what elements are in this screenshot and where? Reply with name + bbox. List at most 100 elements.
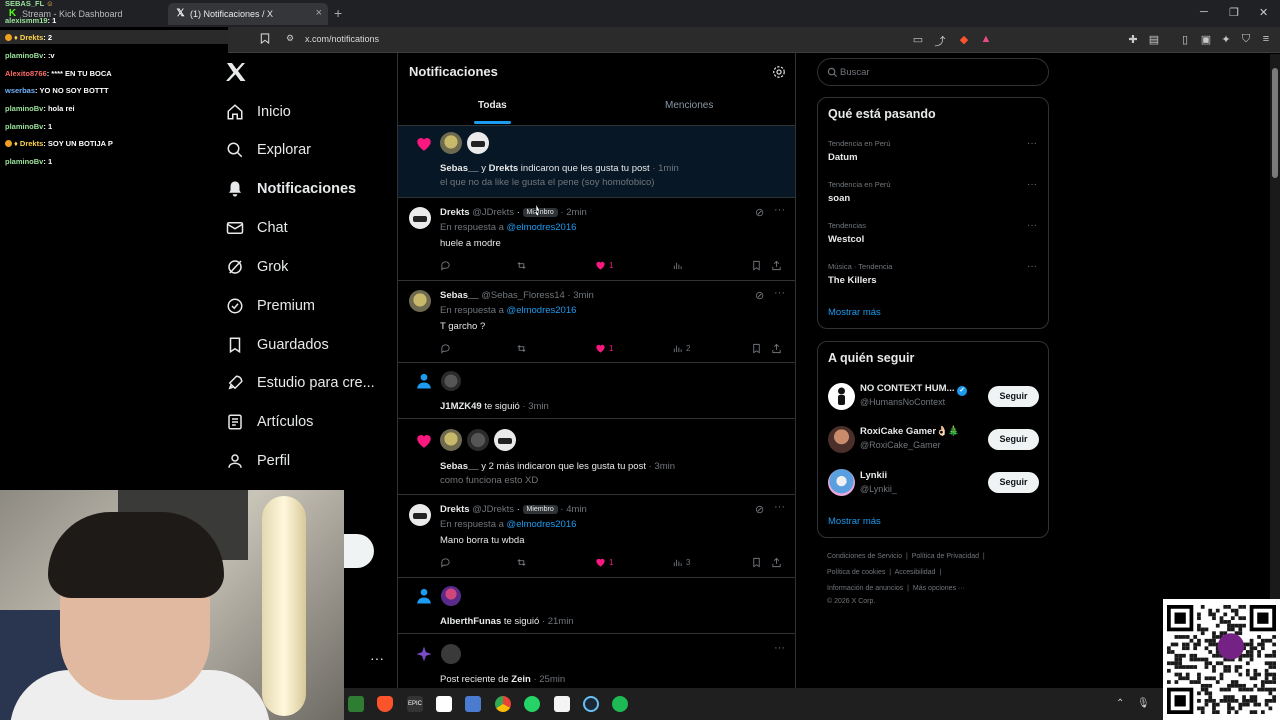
follow-button[interactable]: Seguir: [988, 386, 1039, 407]
close-tab-icon[interactable]: ×: [316, 7, 322, 19]
repost-button[interactable]: [516, 556, 530, 568]
share-button[interactable]: [771, 342, 785, 354]
avatar[interactable]: [828, 383, 855, 410]
scrollbar-thumb[interactable]: [1272, 68, 1278, 178]
epic-games-icon[interactable]: EPIC: [407, 696, 423, 712]
search-input[interactable]: Buscar: [817, 58, 1049, 86]
account-more-icon[interactable]: ···: [370, 650, 384, 666]
menu-icon[interactable]: ≡: [1259, 33, 1273, 45]
footer-link[interactable]: Política de Privacidad: [912, 553, 979, 560]
post-button[interactable]: [344, 534, 374, 568]
avatar[interactable]: [441, 586, 461, 606]
new-tab-icon[interactable]: +: [334, 5, 342, 21]
avatar[interactable]: [828, 426, 855, 453]
bookmark-page-icon[interactable]: [258, 33, 272, 47]
views-button[interactable]: 3: [672, 556, 690, 568]
avatar[interactable]: [467, 132, 489, 154]
notification-reply[interactable]: Drekts @JDrekts · Miembro · 4min ⊘ ··· E…: [398, 495, 795, 578]
more-icon[interactable]: ···: [1027, 220, 1037, 231]
grok-icon[interactable]: ⊘: [755, 206, 764, 219]
cast-icon[interactable]: ▭: [911, 33, 925, 46]
bookmark-button[interactable]: [751, 556, 765, 568]
avatar[interactable]: [409, 207, 431, 229]
gear-icon[interactable]: [772, 65, 786, 79]
whatsapp-icon[interactable]: [524, 696, 540, 712]
avatar[interactable]: [441, 644, 461, 664]
sidebar-toggle-icon[interactable]: ▯: [1178, 33, 1192, 46]
notepad-icon[interactable]: [554, 696, 570, 712]
avatar[interactable]: [409, 504, 431, 526]
leo-ai-icon[interactable]: ✦: [1219, 33, 1233, 46]
extensions-icon[interactable]: ✚: [1126, 33, 1140, 46]
avatar[interactable]: [441, 371, 461, 391]
more-icon[interactable]: ···: [774, 287, 785, 299]
more-icon[interactable]: ···: [774, 501, 785, 513]
tab-todas[interactable]: Todas: [478, 100, 507, 111]
views-button[interactable]: [672, 259, 686, 271]
bookmark-button[interactable]: [751, 259, 765, 271]
capcut-icon[interactable]: [436, 696, 452, 712]
notification-reply[interactable]: Drekts @JDrekts · Miembro · 2min ⊘ ··· E…: [398, 198, 795, 281]
brave-icon[interactable]: [377, 696, 393, 712]
share-icon[interactable]: ⤴: [933, 33, 947, 49]
tab-menciones[interactable]: Menciones: [665, 100, 713, 111]
tray-chevron-icon[interactable]: ⌃: [1116, 698, 1124, 709]
chrome-icon[interactable]: [495, 696, 511, 712]
footer-link[interactable]: Política de cookies: [827, 569, 885, 576]
more-icon[interactable]: ···: [774, 642, 785, 654]
reply-button[interactable]: [440, 259, 454, 271]
microphone-icon[interactable]: 🎙: [1137, 698, 1150, 709]
share-button[interactable]: [771, 556, 785, 568]
avatar[interactable]: [828, 469, 855, 496]
wallet-icon[interactable]: ▣: [1199, 33, 1213, 46]
more-icon[interactable]: ···: [774, 204, 785, 216]
avatar[interactable]: [440, 132, 462, 154]
minimize-icon[interactable]: ─: [1200, 6, 1208, 18]
url-field[interactable]: x.com/notifications: [305, 34, 379, 44]
close-window-icon[interactable]: ✕: [1259, 6, 1268, 19]
footer-link[interactable]: Condiciones de Servicio: [827, 553, 902, 560]
repost-button[interactable]: [516, 259, 530, 271]
reply-button[interactable]: [440, 556, 454, 568]
nav-item-articulos[interactable]: Artículos: [226, 406, 313, 438]
nav-item-chat[interactable]: Chat: [226, 212, 288, 244]
grok-icon[interactable]: ⊘: [755, 503, 764, 516]
footer-link[interactable]: Accesibilidad: [895, 569, 936, 576]
avatar[interactable]: [467, 429, 489, 451]
notification-follow[interactable]: AlberthFunas te siguió · 21min: [398, 578, 795, 634]
follow-button[interactable]: Seguir: [988, 472, 1039, 493]
footer-link[interactable]: Información de anuncios: [827, 585, 903, 592]
avatar[interactable]: [494, 429, 516, 451]
avatar[interactable]: [440, 429, 462, 451]
show-more-follow-link[interactable]: Mostrar más: [828, 516, 881, 527]
bookmark-button[interactable]: [751, 342, 765, 354]
nav-item-estudio[interactable]: Estudio para cre...: [226, 367, 375, 399]
spotify-icon[interactable]: [612, 696, 628, 712]
tab-groups-icon[interactable]: ▤: [1147, 33, 1161, 46]
repost-button[interactable]: [516, 342, 530, 354]
x-logo-icon[interactable]: [224, 60, 248, 84]
more-icon[interactable]: ···: [1027, 138, 1037, 149]
notification-like[interactable]: Sebas__ y 2 más indicaron que les gusta …: [398, 419, 795, 495]
more-icon[interactable]: ···: [1027, 261, 1037, 272]
follow-button[interactable]: Seguir: [988, 429, 1039, 450]
more-icon[interactable]: ···: [1027, 179, 1037, 190]
notification-reply[interactable]: Sebas__ @Sebas_Floress14 · 3min ⊘ ··· En…: [398, 281, 795, 363]
reply-button[interactable]: [440, 342, 454, 354]
brave-shield-icon[interactable]: ◆: [957, 33, 971, 46]
minecraft-icon[interactable]: [348, 696, 364, 712]
nav-item-grok[interactable]: Grok: [226, 251, 288, 283]
maximize-icon[interactable]: ❐: [1229, 6, 1239, 19]
nav-item-premium[interactable]: Premium: [226, 290, 315, 322]
share-button[interactable]: [771, 259, 785, 271]
like-button[interactable]: 1: [595, 259, 613, 271]
notification-follow[interactable]: J1MZK49 te siguió · 3min: [398, 363, 795, 419]
grok-icon[interactable]: ⊘: [755, 289, 764, 302]
steam-icon[interactable]: [583, 696, 599, 712]
site-info-icon[interactable]: ⚙: [283, 33, 297, 44]
like-button[interactable]: 1: [595, 342, 613, 354]
views-button[interactable]: 2: [672, 342, 690, 354]
nav-item-notificaciones[interactable]: Notificaciones: [226, 173, 356, 205]
brave-rewards-icon[interactable]: ▲: [979, 33, 993, 45]
nav-item-inicio[interactable]: Inicio: [226, 96, 291, 128]
